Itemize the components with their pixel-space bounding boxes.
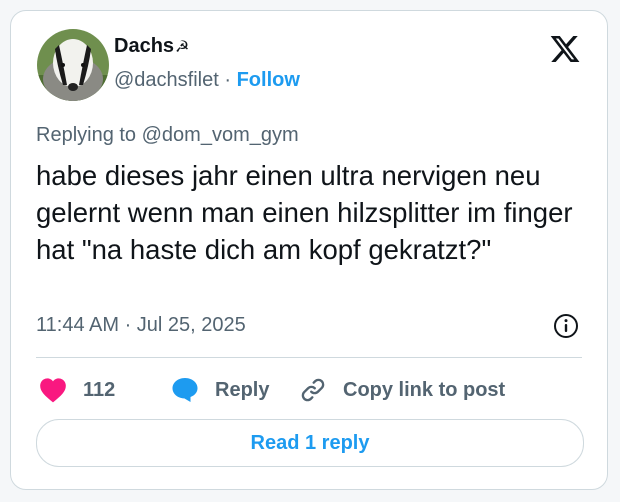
action-bar: 112 Reply Copy link to post: [39, 375, 599, 405]
avatar[interactable]: [37, 29, 109, 101]
handle-row: @dachsfilet · Follow: [114, 69, 300, 92]
reply-label: Reply: [215, 378, 270, 401]
link-icon: [299, 376, 327, 404]
like-count: 112: [83, 378, 116, 401]
display-name[interactable]: Dachs☭: [114, 35, 189, 58]
reply-button[interactable]: Reply: [171, 375, 269, 405]
tweet-text: habe dieses jahr einen ultra nervigen ne…: [36, 160, 573, 265]
reply-bubble-icon: [171, 377, 199, 403]
divider: [36, 357, 582, 358]
follow-link[interactable]: Follow: [237, 69, 300, 91]
separator-dot: ·: [218, 69, 237, 91]
like-button[interactable]: 112: [39, 375, 115, 405]
heart-icon: [39, 377, 67, 403]
reply-mention-link[interactable]: @dom_vom_gym: [142, 124, 299, 146]
tweet-card: Dachs☭ @dachsfilet · Follow Replying to …: [10, 10, 608, 490]
replying-prefix: Replying to: [36, 124, 142, 146]
replying-to: Replying to @dom_vom_gym: [36, 124, 299, 147]
copy-link-button[interactable]: Copy link to post: [299, 375, 505, 405]
x-logo-icon[interactable]: [549, 33, 581, 65]
read-replies-button[interactable]: Read 1 reply: [36, 419, 584, 467]
copy-link-label: Copy link to post: [343, 378, 506, 401]
display-name-text: Dachs: [114, 35, 175, 57]
info-icon[interactable]: [553, 313, 579, 339]
hammer-sickle-emoji: ☭: [175, 39, 190, 56]
timestamp-link[interactable]: 11:44 AM · Jul 25, 2025: [36, 314, 246, 337]
badger-avatar-image: [37, 29, 109, 101]
user-handle[interactable]: @dachsfilet: [114, 69, 219, 91]
